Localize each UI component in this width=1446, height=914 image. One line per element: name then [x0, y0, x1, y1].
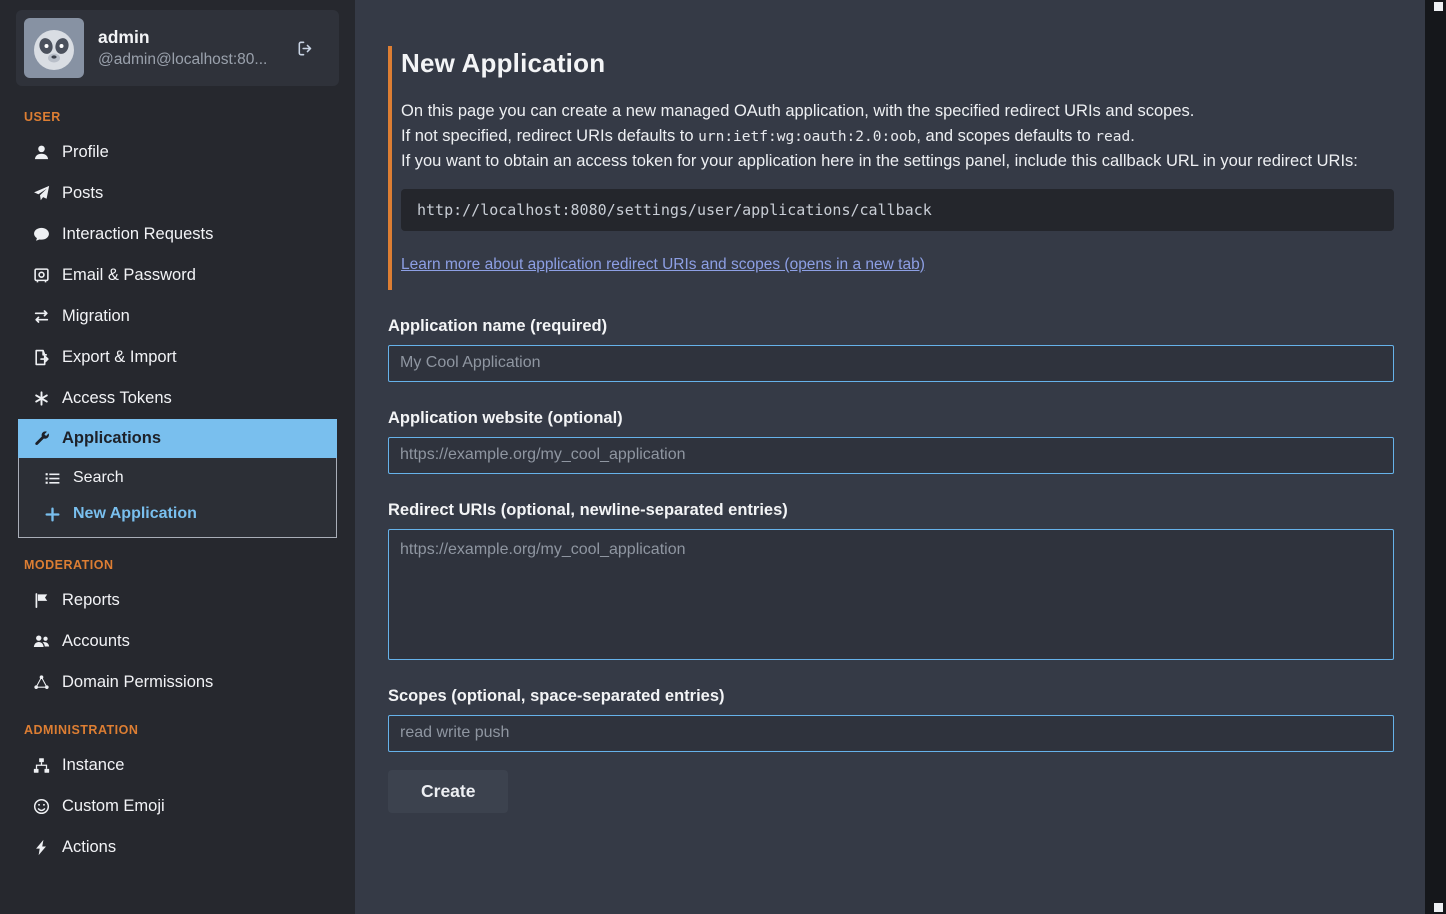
- submenu-applications: Search New Application: [18, 458, 337, 538]
- callback-url-box: http://localhost:8080/settings/user/appl…: [401, 189, 1394, 231]
- sidebar-item-label: Domain Permissions: [62, 673, 213, 692]
- sidebar-item-migration[interactable]: Migration: [0, 296, 355, 337]
- application-name-label: Application name (required): [388, 317, 1394, 336]
- scopes-input[interactable]: [388, 715, 1394, 752]
- sidebar-item-label: Migration: [62, 307, 130, 326]
- sidebar-item-label: Applications: [62, 429, 161, 448]
- tools-icon: [32, 430, 50, 448]
- comment-icon: [32, 226, 50, 244]
- sloth-avatar-image: [24, 18, 84, 78]
- paper-plane-icon: [32, 185, 50, 203]
- intro-line-3: If you want to obtain an access token fo…: [401, 149, 1394, 174]
- sidebar-item-label: Email & Password: [62, 266, 196, 285]
- sidebar-item-label: Instance: [62, 756, 124, 775]
- sidebar-item-search[interactable]: Search: [19, 460, 336, 496]
- logout-icon: [297, 40, 325, 57]
- application-website-input[interactable]: [388, 437, 1394, 474]
- sidebar-item-new-application[interactable]: New Application: [19, 496, 336, 532]
- sitemap-icon: [32, 757, 50, 775]
- sidebar-item-label: Export & Import: [62, 348, 177, 367]
- user-name: admin: [98, 27, 267, 48]
- sidebar: admin @admin@localhost:80... USER Profile…: [0, 0, 355, 914]
- sidebar-item-accounts[interactable]: Accounts: [0, 621, 355, 662]
- vault-icon: [32, 267, 50, 285]
- flag-icon: [32, 592, 50, 610]
- scopes-label: Scopes (optional, space-separated entrie…: [388, 687, 1394, 706]
- intro-line-2-pre: If not specified, redirect URIs defaults…: [401, 127, 698, 145]
- sidebar-item-label: New Application: [73, 505, 197, 523]
- create-button[interactable]: Create: [388, 770, 508, 813]
- sidebar-item-label: Accounts: [62, 632, 130, 651]
- network-icon: [32, 674, 50, 692]
- intro-line-1: On this page you can create a new manage…: [401, 99, 1394, 124]
- sidebar-item-applications[interactable]: Applications: [18, 419, 337, 458]
- sidebar-item-custom-emoji[interactable]: Custom Emoji: [0, 786, 355, 827]
- redirect-uris-label: Redirect URIs (optional, newline-separat…: [388, 501, 1394, 520]
- sidebar-item-posts[interactable]: Posts: [0, 173, 355, 214]
- intro-line-2-mid: , and scopes defaults to: [916, 127, 1095, 145]
- users-icon: [32, 633, 50, 651]
- new-application-form: Application name (required) Application …: [388, 317, 1394, 813]
- inline-code-oob: urn:ietf:wg:oauth:2.0:oob: [698, 129, 916, 145]
- sidebar-item-label: Actions: [62, 838, 116, 857]
- user-handle: @admin@localhost:80...: [98, 51, 267, 69]
- sidebar-item-label: Access Tokens: [62, 389, 172, 408]
- smiley-icon: [32, 798, 50, 816]
- section-header-user: USER: [0, 90, 355, 132]
- new-application-page: New Application On this page you can cre…: [388, 46, 1394, 813]
- sidebar-item-label: Search: [73, 469, 124, 487]
- sidebar-item-label: Posts: [62, 184, 103, 203]
- sidebar-item-instance[interactable]: Instance: [0, 745, 355, 786]
- nav-group-applications: Applications Search New Application: [18, 419, 337, 538]
- asterisk-icon: [32, 390, 50, 408]
- sidebar-item-label: Custom Emoji: [62, 797, 165, 816]
- scrollbar-thumb-top[interactable]: [1434, 2, 1443, 11]
- plus-icon: [43, 505, 61, 523]
- user-icon: [32, 144, 50, 162]
- sidebar-item-export-import[interactable]: Export & Import: [0, 337, 355, 378]
- application-website-label: Application website (optional): [388, 409, 1394, 428]
- sidebar-item-access-tokens[interactable]: Access Tokens: [0, 378, 355, 419]
- sidebar-item-reports[interactable]: Reports: [0, 580, 355, 621]
- section-header-moderation: MODERATION: [0, 538, 355, 580]
- settings-app: admin @admin@localhost:80... USER Profile…: [0, 0, 1446, 914]
- sidebar-item-profile[interactable]: Profile: [0, 132, 355, 173]
- oauth-info-block: New Application On this page you can cre…: [388, 46, 1394, 290]
- callback-url: http://localhost:8080/settings/user/appl…: [417, 201, 932, 219]
- avatar: [24, 18, 84, 78]
- redirect-uris-textarea[interactable]: [388, 529, 1394, 660]
- user-card[interactable]: admin @admin@localhost:80...: [16, 10, 339, 86]
- sidebar-item-label: Reports: [62, 591, 120, 610]
- main-panel: New Application On this page you can cre…: [355, 0, 1425, 914]
- sidebar-item-email-password[interactable]: Email & Password: [0, 255, 355, 296]
- sidebar-nav: USER Profile Posts Interaction Requests Emai…: [0, 90, 355, 868]
- user-meta: admin @admin@localhost:80...: [98, 27, 267, 69]
- application-name-input[interactable]: [388, 345, 1394, 382]
- intro-line-2: If not specified, redirect URIs defaults…: [401, 124, 1394, 150]
- list-icon: [43, 469, 61, 487]
- exchange-icon: [32, 308, 50, 326]
- page-scrollbar[interactable]: [1425, 0, 1446, 914]
- inline-code-read: read: [1095, 129, 1130, 145]
- section-header-administration: ADMINISTRATION: [0, 703, 355, 745]
- bolt-icon: [32, 839, 50, 857]
- sidebar-item-domain-permissions[interactable]: Domain Permissions: [0, 662, 355, 703]
- sidebar-item-actions[interactable]: Actions: [0, 827, 355, 868]
- sidebar-item-label: Profile: [62, 143, 109, 162]
- sidebar-item-interaction-requests[interactable]: Interaction Requests: [0, 214, 355, 255]
- learn-more-link[interactable]: Learn more about application redirect UR…: [401, 256, 925, 274]
- logout-button[interactable]: [297, 34, 325, 62]
- scrollbar-thumb-bottom[interactable]: [1434, 903, 1443, 912]
- sidebar-item-label: Interaction Requests: [62, 225, 213, 244]
- intro-line-2-post: .: [1130, 127, 1135, 145]
- page-title: New Application: [401, 48, 1394, 79]
- file-export-icon: [32, 349, 50, 367]
